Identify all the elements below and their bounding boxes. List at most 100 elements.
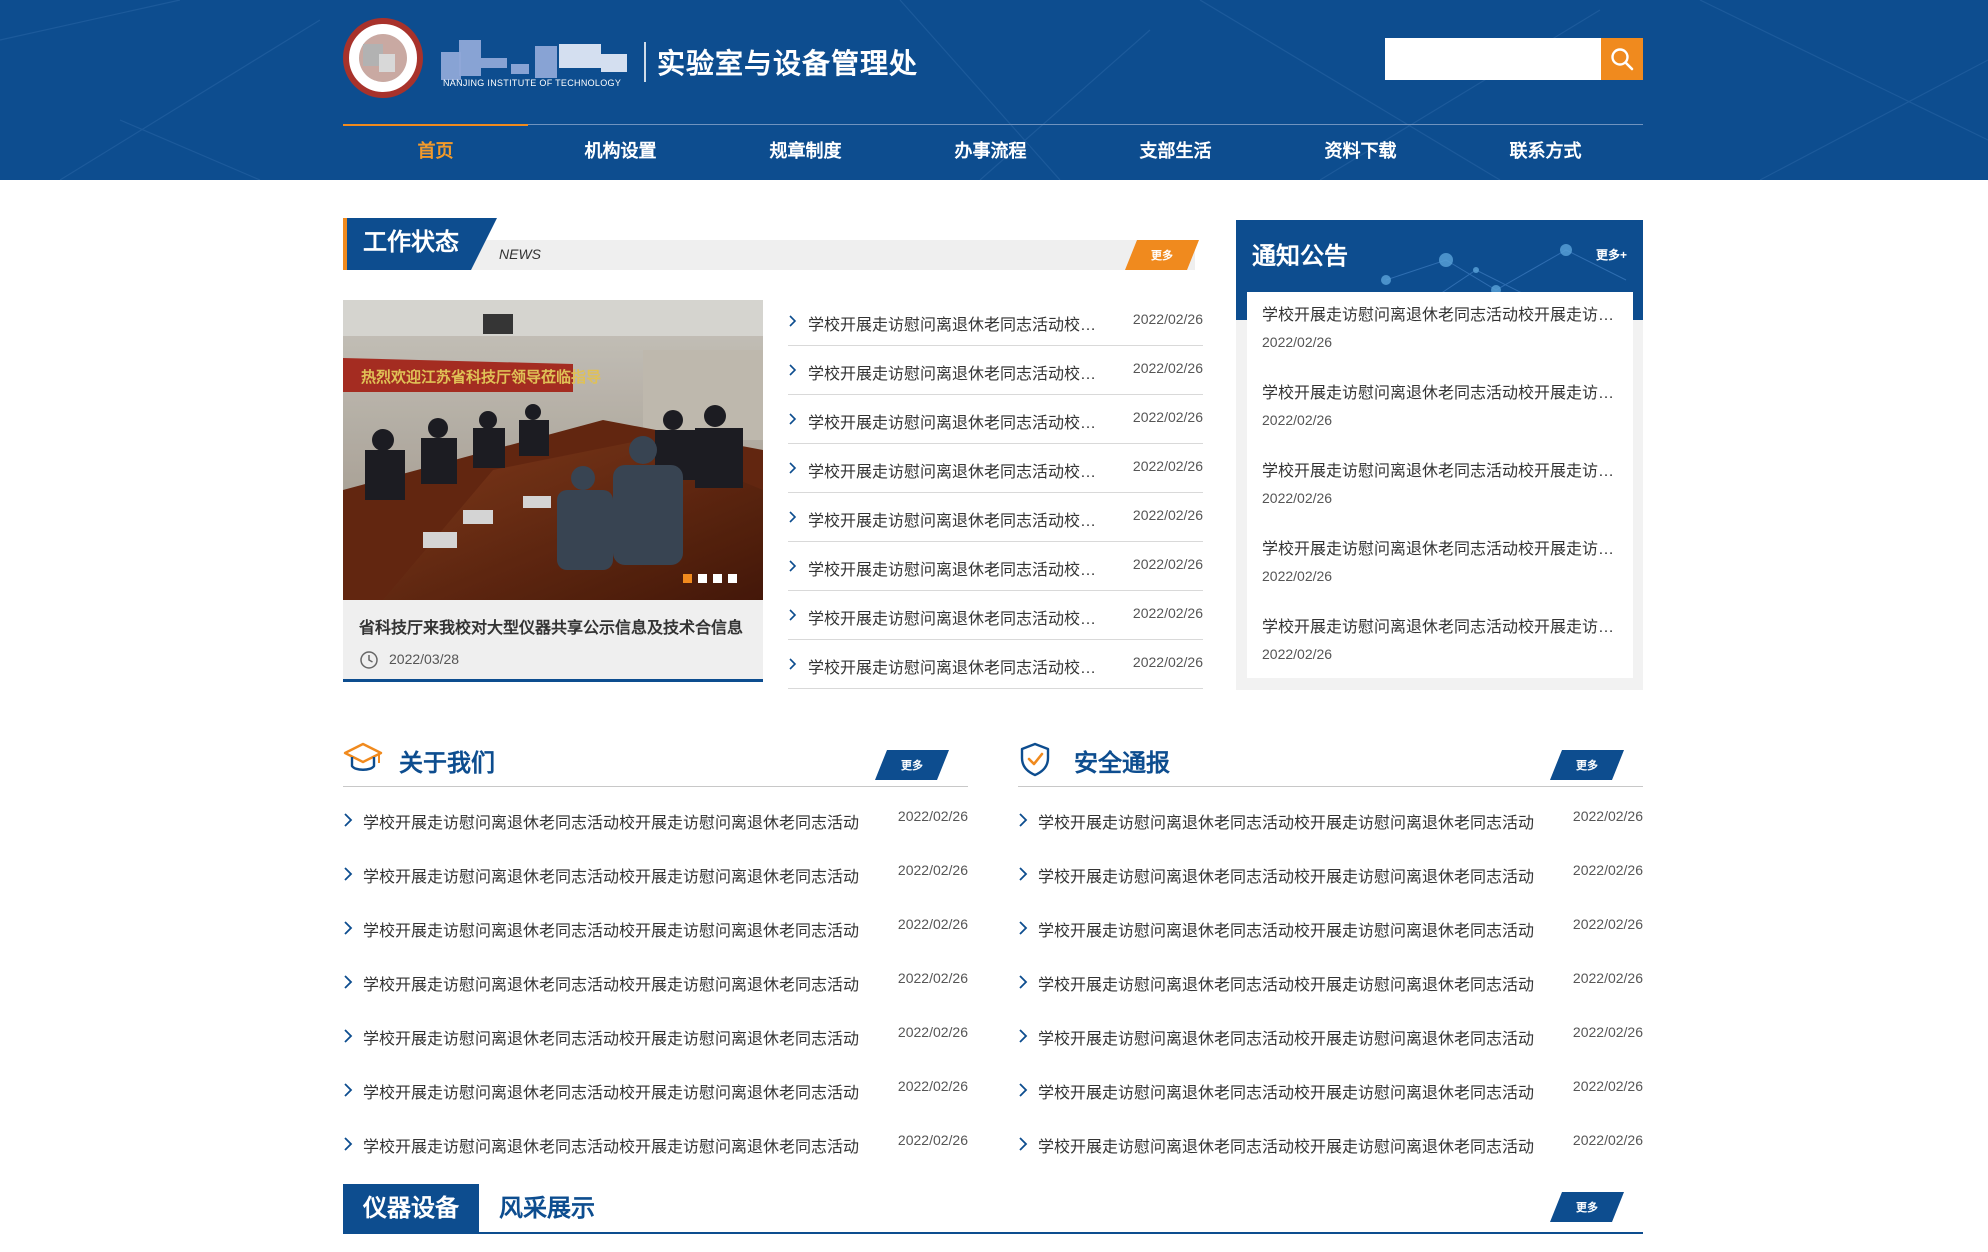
list-item-title[interactable]: 学校开展走访慰问离退休老同志活动校开展走访慰问离退休老同志活动 <box>363 1133 863 1157</box>
list-item[interactable]: 学校开展走访慰问离退休老同志活动校开展走访慰问离退休老同志活动 2022/02/2… <box>343 901 968 955</box>
list-item-date: 2022/02/26 <box>1132 409 1203 425</box>
list-item-title[interactable]: 学校开展走访慰问离退休老同志活动校开展走访慰问离退休老同志活动 <box>808 507 1098 531</box>
meeting-photo: 热烈欢迎江苏省科技厅领导莅临指导 <box>343 300 763 600</box>
tab-showcase[interactable]: 风采展示 <box>499 1184 595 1234</box>
tab-equipment[interactable]: 仪器设备 <box>343 1184 479 1234</box>
list-item[interactable]: 学校开展走访慰问离退休老同志活动校开展走访慰问离退休老同志活动 2022/02/2… <box>343 1117 968 1171</box>
notice-item[interactable]: 学校开展走访慰问离退休老同志活动校开展走访慰问离退休老同志活动 2022/02/2… <box>1262 618 1622 662</box>
nav-item-organization[interactable]: 机构设置 <box>528 124 713 180</box>
chevron-right-icon <box>1019 975 1028 989</box>
list-item[interactable]: 学校开展走访慰问离退休老同志活动校开展走访慰问离退休老同志活动 2022/02/2… <box>1018 901 1643 955</box>
list-item-title[interactable]: 学校开展走访慰问离退休老同志活动校开展走访慰问离退休老同志活动 <box>808 556 1098 580</box>
nav-item-regulations[interactable]: 规章制度 <box>713 124 898 180</box>
list-item[interactable]: 学校开展走访慰问离退休老同志活动校开展走访慰问离退休老同志活动 2022/02/2… <box>1018 1117 1643 1171</box>
notice-item[interactable]: 学校开展走访慰问离退休老同志活动校开展走访慰问离退休老同志活动 2022/02/2… <box>1262 462 1622 506</box>
chevron-right-icon <box>344 1029 353 1043</box>
list-item[interactable]: 学校开展走访慰问离退休老同志活动校开展走访慰问离退休老同志活动 2022/02/2… <box>788 297 1203 346</box>
list-item-title[interactable]: 学校开展走访慰问离退休老同志活动校开展走访慰问离退休老同志活动 <box>808 409 1098 433</box>
chevron-right-icon <box>344 1137 353 1151</box>
list-item-title[interactable]: 学校开展走访慰问离退休老同志活动校开展走访慰问离退休老同志活动 <box>1038 917 1538 941</box>
chevron-right-icon <box>789 511 797 523</box>
about-more-button[interactable]: 更多 <box>875 750 949 780</box>
list-item[interactable]: 学校开展走访慰问离退休老同志活动校开展走访慰问离退休老同志活动 2022/02/2… <box>1018 847 1643 901</box>
safety-header: 安全通报 更多 <box>1018 735 1643 787</box>
list-item-title[interactable]: 学校开展走访慰问离退休老同志活动校开展走访慰问离退休老同志活动 <box>808 360 1098 384</box>
nav-item-procedures[interactable]: 办事流程 <box>898 124 1083 180</box>
more-label: 更多 <box>1576 760 1598 772</box>
list-item-title[interactable]: 学校开展走访慰问离退休老同志活动校开展走访慰问离退休老同志活动 <box>1038 809 1538 833</box>
list-item-title[interactable]: 学校开展走访慰问离退休老同志活动校开展走访慰问离退休老同志活动 <box>808 605 1098 629</box>
slide-caption-title[interactable]: 省科技厅来我校对大型仪器共享公示信息及技术合信息 <box>359 614 749 638</box>
search-button[interactable] <box>1601 38 1643 80</box>
notice-item[interactable]: 学校开展走访慰问离退休老同志活动校开展走访慰问离退休老同志活动 2022/02/2… <box>1262 384 1622 428</box>
nav-item-contact[interactable]: 联系方式 <box>1453 124 1638 180</box>
nav-item-branch-life[interactable]: 支部生活 <box>1083 124 1268 180</box>
list-item[interactable]: 学校开展走访慰问离退休老同志活动校开展走访慰问离退休老同志活动 2022/02/2… <box>343 847 968 901</box>
graduation-cap-icon <box>343 742 383 771</box>
list-item[interactable]: 学校开展走访慰问离退休老同志活动校开展走访慰问离退休老同志活动 2022/02/2… <box>343 955 968 1009</box>
list-item[interactable]: 学校开展走访慰问离退休老同志活动校开展走访慰问离退休老同志活动 2022/02/2… <box>788 640 1203 689</box>
slide-dot-4[interactable] <box>728 574 737 583</box>
chevron-right-icon <box>344 1083 353 1097</box>
list-item[interactable]: 学校开展走访慰问离退休老同志活动校开展走访慰问离退休老同志活动 2022/02/2… <box>343 793 968 847</box>
notice-more-link[interactable]: 更多+ <box>1596 246 1627 263</box>
about-title: 关于我们 <box>399 750 495 777</box>
list-item-date: 2022/02/26 <box>1572 970 1643 986</box>
list-item-title[interactable]: 学校开展走访慰问离退休老同志活动校开展走访慰问离退休老同志活动 <box>1038 863 1538 887</box>
list-item-title[interactable]: 学校开展走访慰问离退休老同志活动校开展走访慰问离退休老同志活动 <box>363 1025 863 1049</box>
list-item-date: 2022/02/26 <box>1132 654 1203 670</box>
nav-item-downloads[interactable]: 资料下载 <box>1268 124 1453 180</box>
notice-item-title[interactable]: 学校开展走访慰问离退休老同志活动校开展走访慰问离退休老同志活动 <box>1262 462 1622 482</box>
safety-more-button[interactable]: 更多 <box>1550 750 1624 780</box>
list-item[interactable]: 学校开展走访慰问离退休老同志活动校开展走访慰问离退休老同志活动 2022/02/2… <box>788 395 1203 444</box>
list-item[interactable]: 学校开展走访慰问离退休老同志活动校开展走访慰问离退休老同志活动 2022/02/2… <box>343 1009 968 1063</box>
work-status-title: 工作状态 <box>347 218 471 270</box>
list-item-title[interactable]: 学校开展走访慰问离退休老同志活动校开展走访慰问离退休老同志活动 <box>1038 1079 1538 1103</box>
list-item[interactable]: 学校开展走访慰问离退休老同志活动校开展走访慰问离退休老同志活动 2022/02/2… <box>788 493 1203 542</box>
list-item[interactable]: 学校开展走访慰问离退休老同志活动校开展走访慰问离退休老同志活动 2022/02/2… <box>788 346 1203 395</box>
list-item[interactable]: 学校开展走访慰问离退休老同志活动校开展走访慰问离退休老同志活动 2022/02/2… <box>788 444 1203 493</box>
notice-item-title[interactable]: 学校开展走访慰问离退休老同志活动校开展走访慰问离退休老同志活动 <box>1262 540 1622 560</box>
list-item-title[interactable]: 学校开展走访慰问离退休老同志活动校开展走访慰问离退休老同志活动 <box>363 971 863 995</box>
notice-item-title[interactable]: 学校开展走访慰问离退休老同志活动校开展走访慰问离退休老同志活动 <box>1262 618 1622 638</box>
nav-item-home[interactable]: 首页 <box>343 124 528 180</box>
list-item-title[interactable]: 学校开展走访慰问离退休老同志活动校开展走访慰问离退休老同志活动 <box>1038 1133 1538 1157</box>
slide-dot-3[interactable] <box>713 574 722 583</box>
list-item[interactable]: 学校开展走访慰问离退休老同志活动校开展走访慰问离退休老同志活动 2022/02/2… <box>1018 1009 1643 1063</box>
news-slide-image[interactable]: 热烈欢迎江苏省科技厅领导莅临指导 <box>343 300 763 600</box>
list-item-title[interactable]: 学校开展走访慰问离退休老同志活动校开展走访慰问离退休老同志活动 <box>1038 1025 1538 1049</box>
list-item[interactable]: 学校开展走访慰问离退休老同志活动校开展走访慰问离退休老同志活动 2022/02/2… <box>788 542 1203 591</box>
school-name-logotype <box>441 30 631 80</box>
list-item-title[interactable]: 学校开展走访慰问离退休老同志活动校开展走访慰问离退休老同志活动 <box>808 458 1098 482</box>
notice-item-title[interactable]: 学校开展走访慰问离退休老同志活动校开展走访慰问离退休老同志活动 <box>1262 384 1622 404</box>
list-item[interactable]: 学校开展走访慰问离退休老同志活动校开展走访慰问离退休老同志活动 2022/02/2… <box>1018 1063 1643 1117</box>
list-item-title[interactable]: 学校开展走访慰问离退休老同志活动校开展走访慰问离退休老同志活动 <box>363 809 863 833</box>
notice-title: 通知公告 <box>1252 243 1348 270</box>
slide-dot-1[interactable] <box>683 574 692 583</box>
list-item[interactable]: 学校开展走访慰问离退休老同志活动校开展走访慰问离退休老同志活动 2022/02/2… <box>788 591 1203 640</box>
work-more-button[interactable]: 更多 <box>1125 240 1199 270</box>
slide-dot-2[interactable] <box>698 574 707 583</box>
search-input[interactable] <box>1385 38 1601 80</box>
list-item-title[interactable]: 学校开展走访慰问离退休老同志活动校开展走访慰问离退休老同志活动 <box>1038 971 1538 995</box>
chevron-right-icon <box>789 413 797 425</box>
list-item-date: 2022/02/26 <box>1572 1078 1643 1094</box>
list-item-title[interactable]: 学校开展走访慰问离退休老同志活动校开展走访慰问离退休老同志活动 <box>363 863 863 887</box>
list-item-date: 2022/02/26 <box>1132 311 1203 327</box>
list-item[interactable]: 学校开展走访慰问离退休老同志活动校开展走访慰问离退休老同志活动 2022/02/2… <box>1018 955 1643 1009</box>
list-item-title[interactable]: 学校开展走访慰问离退休老同志活动校开展走访慰问离退休老同志活动 <box>808 311 1098 335</box>
chevron-right-icon <box>344 813 353 827</box>
list-item-title[interactable]: 学校开展走访慰问离退休老同志活动校开展走访慰问离退休老同志活动 <box>808 654 1098 678</box>
list-item-title[interactable]: 学校开展走访慰问离退休老同志活动校开展走访慰问离退休老同志活动 <box>363 1079 863 1103</box>
notice-item[interactable]: 学校开展走访慰问离退休老同志活动校开展走访慰问离退休老同志活动 2022/02/2… <box>1262 306 1622 350</box>
notice-item-date: 2022/02/26 <box>1262 568 1333 584</box>
list-item-date: 2022/02/26 <box>897 916 968 932</box>
list-item[interactable]: 学校开展走访慰问离退休老同志活动校开展走访慰问离退休老同志活动 2022/02/2… <box>343 1063 968 1117</box>
slide-caption[interactable]: 省科技厅来我校对大型仪器共享公示信息及技术合信息 2022/03/28 <box>343 600 763 682</box>
list-item-date: 2022/02/26 <box>1132 556 1203 572</box>
equipment-more-button[interactable]: 更多 <box>1550 1192 1624 1222</box>
list-item-title[interactable]: 学校开展走访慰问离退休老同志活动校开展走访慰问离退休老同志活动 <box>363 917 863 941</box>
notice-item[interactable]: 学校开展走访慰问离退休老同志活动校开展走访慰问离退休老同志活动 2022/02/2… <box>1262 540 1622 584</box>
notice-item-title[interactable]: 学校开展走访慰问离退休老同志活动校开展走访慰问离退休老同志活动 <box>1262 306 1622 326</box>
list-item[interactable]: 学校开展走访慰问离退休老同志活动校开展走访慰问离退休老同志活动 2022/02/2… <box>1018 793 1643 847</box>
